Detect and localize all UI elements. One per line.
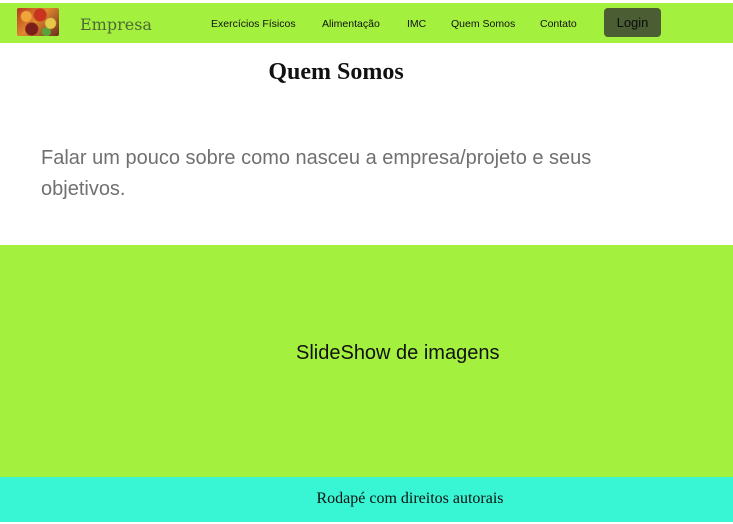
nav-link-imc[interactable]: IMC	[407, 18, 426, 30]
fruit-logo-icon[interactable]	[17, 8, 59, 36]
footer-copyright: Rodapé com direitos autorais	[316, 490, 504, 507]
nav-link-exercicios[interactable]: Exercícios Físicos	[211, 18, 296, 30]
image-slideshow[interactable]: SlideShow de imagens	[0, 245, 733, 477]
login-button[interactable]: Login	[604, 8, 661, 37]
about-description: Falar um pouco sobre como nasceu a empre…	[41, 147, 592, 200]
navbar: Empresa Exercícios Físicos Alimentação I…	[0, 3, 733, 43]
slideshow-label: SlideShow de imagens	[296, 342, 500, 364]
brand-name[interactable]: Empresa	[80, 15, 152, 34]
nav-link-alimentacao[interactable]: Alimentação	[322, 18, 380, 30]
footer: Rodapé com direitos autorais	[0, 477, 733, 522]
page-title: Quem Somos	[268, 59, 404, 85]
nav-link-contato[interactable]: Contato	[540, 18, 577, 30]
nav-link-quem-somos[interactable]: Quem Somos	[451, 18, 515, 30]
